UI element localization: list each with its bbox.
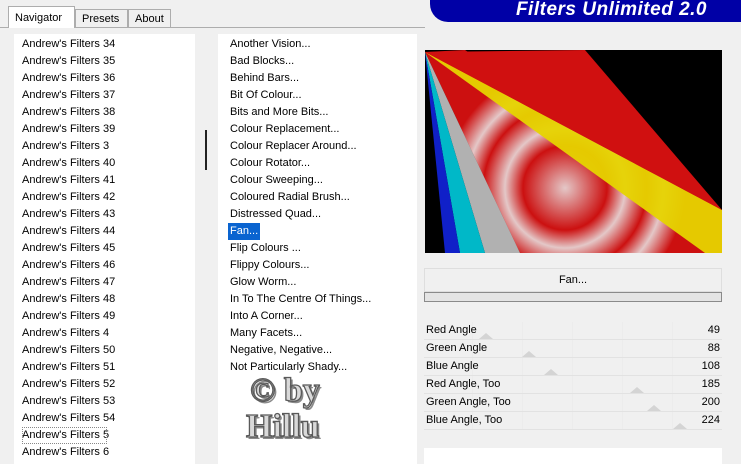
slider-value: 224 bbox=[701, 414, 720, 426]
category-item[interactable]: Andrew's Filters 52 bbox=[22, 376, 115, 393]
right-border bbox=[735, 22, 741, 464]
category-item[interactable]: Andrew's Filters 37 bbox=[22, 87, 115, 104]
app-title: Filters Unlimited 2.0 bbox=[515, 0, 707, 20]
filter-item[interactable]: Bits and More Bits... bbox=[228, 104, 373, 121]
app-banner: Filters Unlimited 2.0 bbox=[430, 0, 741, 22]
slider-thumb[interactable] bbox=[646, 405, 661, 411]
filter-item[interactable]: Flip Colours ... bbox=[228, 240, 373, 257]
filter-item[interactable]: Flippy Colours... bbox=[228, 257, 373, 274]
watermark-line-1: © by bbox=[249, 371, 320, 409]
category-scrollbar[interactable] bbox=[196, 34, 216, 464]
category-item[interactable]: Andrew's Filters 50 bbox=[22, 342, 115, 359]
category-item[interactable]: Andrew's Filters 49 bbox=[22, 308, 115, 325]
filter-item[interactable]: Glow Worm... bbox=[228, 274, 373, 291]
slider-row[interactable]: Green Angle, Too 200 bbox=[424, 394, 722, 412]
tab-navigator[interactable]: Navigator bbox=[8, 6, 75, 28]
category-item[interactable]: Andrew's Filters 39 bbox=[22, 121, 115, 138]
filter-item[interactable]: Distressed Quad... bbox=[228, 206, 373, 223]
slider-thumb[interactable] bbox=[544, 369, 559, 375]
slider-label: Red Angle bbox=[426, 324, 477, 336]
filter-item[interactable]: Colour Sweeping... bbox=[228, 172, 373, 189]
scrollbar-thumb[interactable] bbox=[205, 130, 207, 170]
tab-bar: Navigator Presets About bbox=[0, 0, 430, 28]
slider-track[interactable] bbox=[424, 429, 722, 430]
filter-item[interactable]: Colour Replacement... bbox=[228, 121, 373, 138]
filter-item[interactable]: Into A Corner... bbox=[228, 308, 373, 325]
category-item[interactable]: Andrew's Filters 44 bbox=[22, 223, 115, 240]
filter-item[interactable]: Many Facets... bbox=[228, 325, 373, 342]
filter-item[interactable]: Colour Rotator... bbox=[228, 155, 373, 172]
slider-value: 185 bbox=[701, 378, 720, 390]
slider-thumb[interactable] bbox=[522, 351, 536, 357]
category-item[interactable]: Andrew's Filters 35 bbox=[22, 53, 115, 70]
slider-thumb[interactable] bbox=[673, 423, 688, 429]
progress-bar bbox=[424, 292, 722, 302]
slider-label: Blue Angle bbox=[426, 360, 479, 372]
category-item[interactable]: Andrew's Filters 53 bbox=[22, 393, 115, 410]
category-item[interactable]: Andrew's Filters 51 bbox=[22, 359, 115, 376]
filter-item[interactable]: In To The Centre Of Things... bbox=[228, 291, 373, 308]
slider-value: 49 bbox=[707, 324, 720, 336]
slider-label: Red Angle, Too bbox=[426, 378, 501, 390]
category-item[interactable]: Andrew's Filters 6 bbox=[22, 444, 115, 461]
filter-preview bbox=[425, 50, 722, 253]
category-item[interactable]: Andrew's Filters 5 bbox=[22, 427, 109, 444]
category-item[interactable]: Andrew's Filters 3 bbox=[22, 138, 115, 155]
filter-item[interactable]: Fan... bbox=[228, 223, 260, 240]
category-item[interactable]: Andrew's Filters 42 bbox=[22, 189, 115, 206]
filter-item[interactable]: Negative, Negative... bbox=[228, 342, 373, 359]
filter-item[interactable]: Behind Bars... bbox=[228, 70, 373, 87]
category-item[interactable]: Andrew's Filters 36 bbox=[22, 70, 115, 87]
tab-about[interactable]: About bbox=[128, 9, 171, 27]
category-item[interactable]: Andrew's Filters 47 bbox=[22, 274, 115, 291]
category-item[interactable]: Andrew's Filters 4 bbox=[22, 325, 115, 342]
filter-item[interactable]: Bit Of Colour... bbox=[228, 87, 373, 104]
category-item[interactable]: Andrew's Filters 43 bbox=[22, 206, 115, 223]
slider-row[interactable]: Blue Angle 108 bbox=[424, 358, 722, 376]
category-item[interactable]: Andrew's Filters 54 bbox=[22, 410, 115, 427]
category-item[interactable]: Andrew's Filters 40 bbox=[22, 155, 115, 172]
category-list-panel[interactable]: Andrew's Filters 34 Andrew's Filters 35 An… bbox=[14, 34, 195, 464]
slider-label: Green Angle, Too bbox=[426, 396, 511, 408]
watermark-line-2: Hillu bbox=[245, 407, 320, 445]
slider-row[interactable]: Blue Angle, Too 224 bbox=[424, 412, 722, 430]
tab-presets[interactable]: Presets bbox=[75, 9, 128, 27]
filter-item[interactable]: Bad Blocks... bbox=[228, 53, 373, 70]
category-item[interactable]: Andrew's Filters 34 bbox=[22, 36, 115, 53]
filter-item[interactable]: Coloured Radial Brush... bbox=[228, 189, 373, 206]
slider-value: 200 bbox=[701, 396, 720, 408]
slider-row[interactable]: Green Angle 88 bbox=[424, 340, 722, 358]
filter-item[interactable]: Colour Replacer Around... bbox=[228, 138, 373, 155]
category-item[interactable]: Andrew's Filters 46 bbox=[22, 257, 115, 274]
watermark-signature: © by Hillu bbox=[245, 371, 342, 446]
filter-name-display: Fan... bbox=[424, 268, 722, 292]
slider-row[interactable]: Red Angle 49 bbox=[424, 322, 722, 340]
slider-label: Green Angle bbox=[426, 342, 488, 354]
filter-item[interactable]: Another Vision... bbox=[228, 36, 373, 53]
slider-value: 108 bbox=[701, 360, 720, 372]
category-item[interactable]: Andrew's Filters 48 bbox=[22, 291, 115, 308]
slider-thumb[interactable] bbox=[630, 387, 645, 393]
category-item[interactable]: Andrew's Filters 41 bbox=[22, 172, 115, 189]
category-item[interactable]: Andrew's Filters 45 bbox=[22, 240, 115, 257]
slider-label: Blue Angle, Too bbox=[426, 414, 503, 426]
category-list[interactable]: Andrew's Filters 34 Andrew's Filters 35 An… bbox=[22, 36, 115, 461]
category-item[interactable]: Andrew's Filters 38 bbox=[22, 104, 115, 121]
bottom-panel bbox=[424, 448, 722, 464]
slider-row[interactable]: Red Angle, Too 185 bbox=[424, 376, 722, 394]
filter-list[interactable]: Another Vision... Bad Blocks... Behind Bar… bbox=[228, 36, 373, 376]
slider-thumb[interactable] bbox=[478, 333, 493, 339]
slider-value: 88 bbox=[707, 342, 720, 354]
